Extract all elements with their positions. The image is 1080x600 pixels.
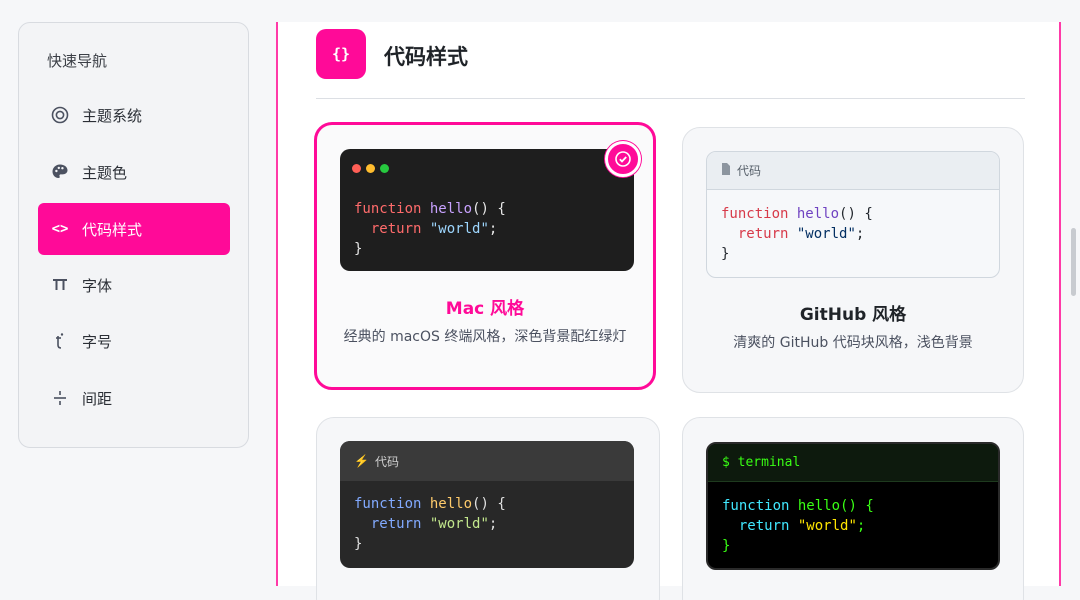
terminal-code-preview: $ terminal function hello() { return "wo… [706, 442, 1000, 570]
code-text: function hello() { return "world"; } [722, 498, 874, 554]
code-header-label: 代码 [737, 164, 762, 178]
file-icon [721, 163, 731, 178]
sidebar-item-font[interactable]: 字体 [38, 259, 230, 311]
dark-code-preview: ⚡ 代码 function hello() { return "world"; … [340, 441, 634, 568]
font-icon [49, 277, 71, 293]
sidebar-item-label: 字体 [82, 276, 113, 295]
code-header: 代码 [707, 152, 999, 190]
card-description: 清爽的 GitHub 代码块风格，浅色背景 [733, 335, 973, 351]
traffic-lights [352, 161, 394, 177]
sidebar-item-code-style[interactable]: <> 代码样式 [38, 203, 230, 255]
lightning-icon: ⚡ [354, 454, 369, 468]
code-header-label: $ terminal [722, 455, 801, 470]
sidebar-item-label: 字号 [82, 332, 113, 351]
code-text: function hello() { return "world"; } [354, 201, 506, 257]
card-description: 经典的 macOS 终端风格，深色背景配红绿灯 [343, 329, 627, 345]
sidebar-item-label: 间距 [82, 389, 113, 408]
green-dot [380, 164, 389, 173]
sidebar-item-theme-system[interactable]: 主题系统 [38, 89, 230, 141]
code-style-card-github[interactable]: 代码 function hello() { return "world"; } … [682, 127, 1024, 393]
code-text: function hello() { return "world"; } [721, 206, 873, 262]
code-header: $ terminal [708, 444, 998, 482]
card-name: GitHub 风格 [799, 305, 907, 325]
code-style-card-dark[interactable]: ⚡ 代码 function hello() { return "world"; … [316, 417, 660, 600]
code-icon: <> [51, 221, 69, 237]
sidebar-item-spacing[interactable]: 间距 [38, 372, 230, 424]
target-icon [49, 106, 71, 124]
code-header: ⚡ 代码 [340, 441, 634, 481]
github-code-preview: 代码 function hello() { return "world"; } [706, 151, 1000, 278]
sidebar-item-theme-color[interactable]: 主题色 [38, 146, 230, 198]
yellow-dot [366, 164, 375, 173]
red-dot [352, 164, 361, 173]
selected-check-icon [605, 141, 641, 177]
spacing-icon [49, 389, 71, 407]
scrollbar-thumb[interactable] [1071, 228, 1076, 296]
sidebar-title: 快速导航 [47, 52, 108, 70]
sidebar-item-label: 主题系统 [82, 106, 143, 125]
code-style-card-terminal[interactable]: $ terminal function hello() { return "wo… [682, 417, 1024, 600]
sidebar-item-label: 主题色 [82, 163, 128, 182]
code-text: function hello() { return "world"; } [354, 496, 506, 552]
font-size-icon [49, 332, 71, 350]
sidebar-item-label: 代码样式 [82, 220, 143, 239]
code-header-label: 代码 [374, 454, 399, 469]
section-title: 代码样式 [384, 45, 468, 69]
card-name: Mac 风格 [445, 299, 525, 319]
section-divider [316, 98, 1025, 99]
code-braces-icon: {} [316, 29, 366, 79]
code-style-panel: {} 代码样式 function hello() { return "world… [276, 22, 1061, 600]
sidebar-item-font-size[interactable]: 字号 [38, 315, 230, 367]
palette-icon [49, 163, 71, 181]
mac-code-preview: function hello() { return "world"; } [340, 149, 634, 271]
quick-nav-sidebar: 快速导航 主题系统 主题色 <> 代码样式 字体 字号 间距 [18, 22, 249, 448]
code-style-card-mac[interactable]: function hello() { return "world"; } Mac… [314, 122, 656, 390]
